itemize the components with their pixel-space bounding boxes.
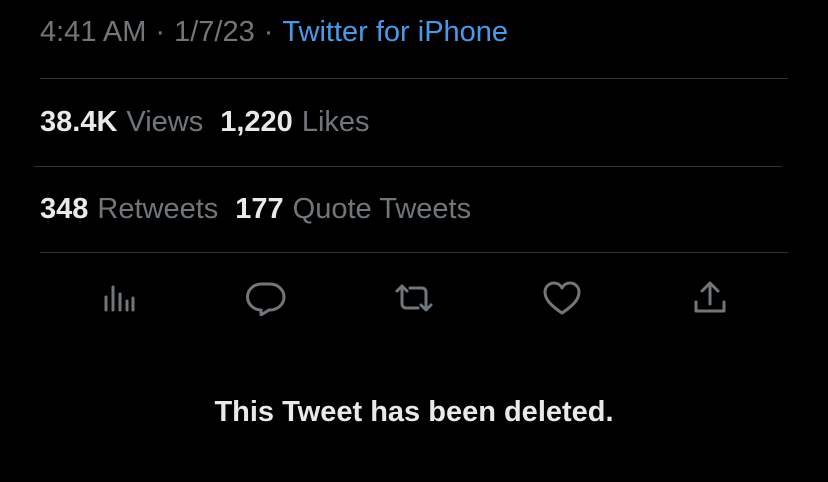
like-icon [543,281,581,315]
meta-separator: · [155,15,166,48]
likes-stat[interactable]: 1,220 Likes [220,106,369,139]
reply-button[interactable] [244,276,288,320]
meta-separator: · [263,15,274,48]
retweets-count: 348 [40,192,89,225]
share-button[interactable] [688,276,732,320]
retweet-button[interactable] [392,276,436,320]
views-stat: 38.4K Views [40,106,203,139]
share-icon [694,281,726,313]
tweet-date[interactable]: 1/7/23 [174,16,255,49]
retweets-stat[interactable]: 348 Retweets [40,193,218,226]
tweet-time: 4:41 AM [40,15,147,48]
tweet-source-link[interactable]: Twitter for iPhone [282,16,508,49]
quote-tweets-label: Quote Tweets [292,192,472,225]
deleted-tweet-notice: This Tweet has been deleted. [214,396,614,428]
like-button[interactable] [540,276,584,320]
retweet-icon [395,284,433,312]
views-count: 38.4K [40,105,118,138]
likes-label: Likes [301,105,370,138]
engagement-stats-secondary: 348 Retweets 177 Quote Tweets [40,189,471,229]
divider [34,166,782,167]
views-label: Views [126,105,204,138]
reply-icon [246,282,286,316]
divider [40,252,788,253]
tweet-meta: 4:41 AM · 1/7/23 · Twitter for iPhone [40,12,508,52]
quote-tweets-count: 177 [235,192,284,225]
retweets-label: Retweets [97,192,219,225]
engagement-stats-primary: 38.4K Views 1,220 Likes [40,102,370,142]
likes-count: 1,220 [220,105,293,138]
divider [40,78,788,79]
analytics-icon [104,285,135,312]
analytics-button[interactable] [96,276,140,320]
tweet-action-bar [0,276,828,320]
quote-tweets-stat[interactable]: 177 Quote Tweets [235,193,471,226]
